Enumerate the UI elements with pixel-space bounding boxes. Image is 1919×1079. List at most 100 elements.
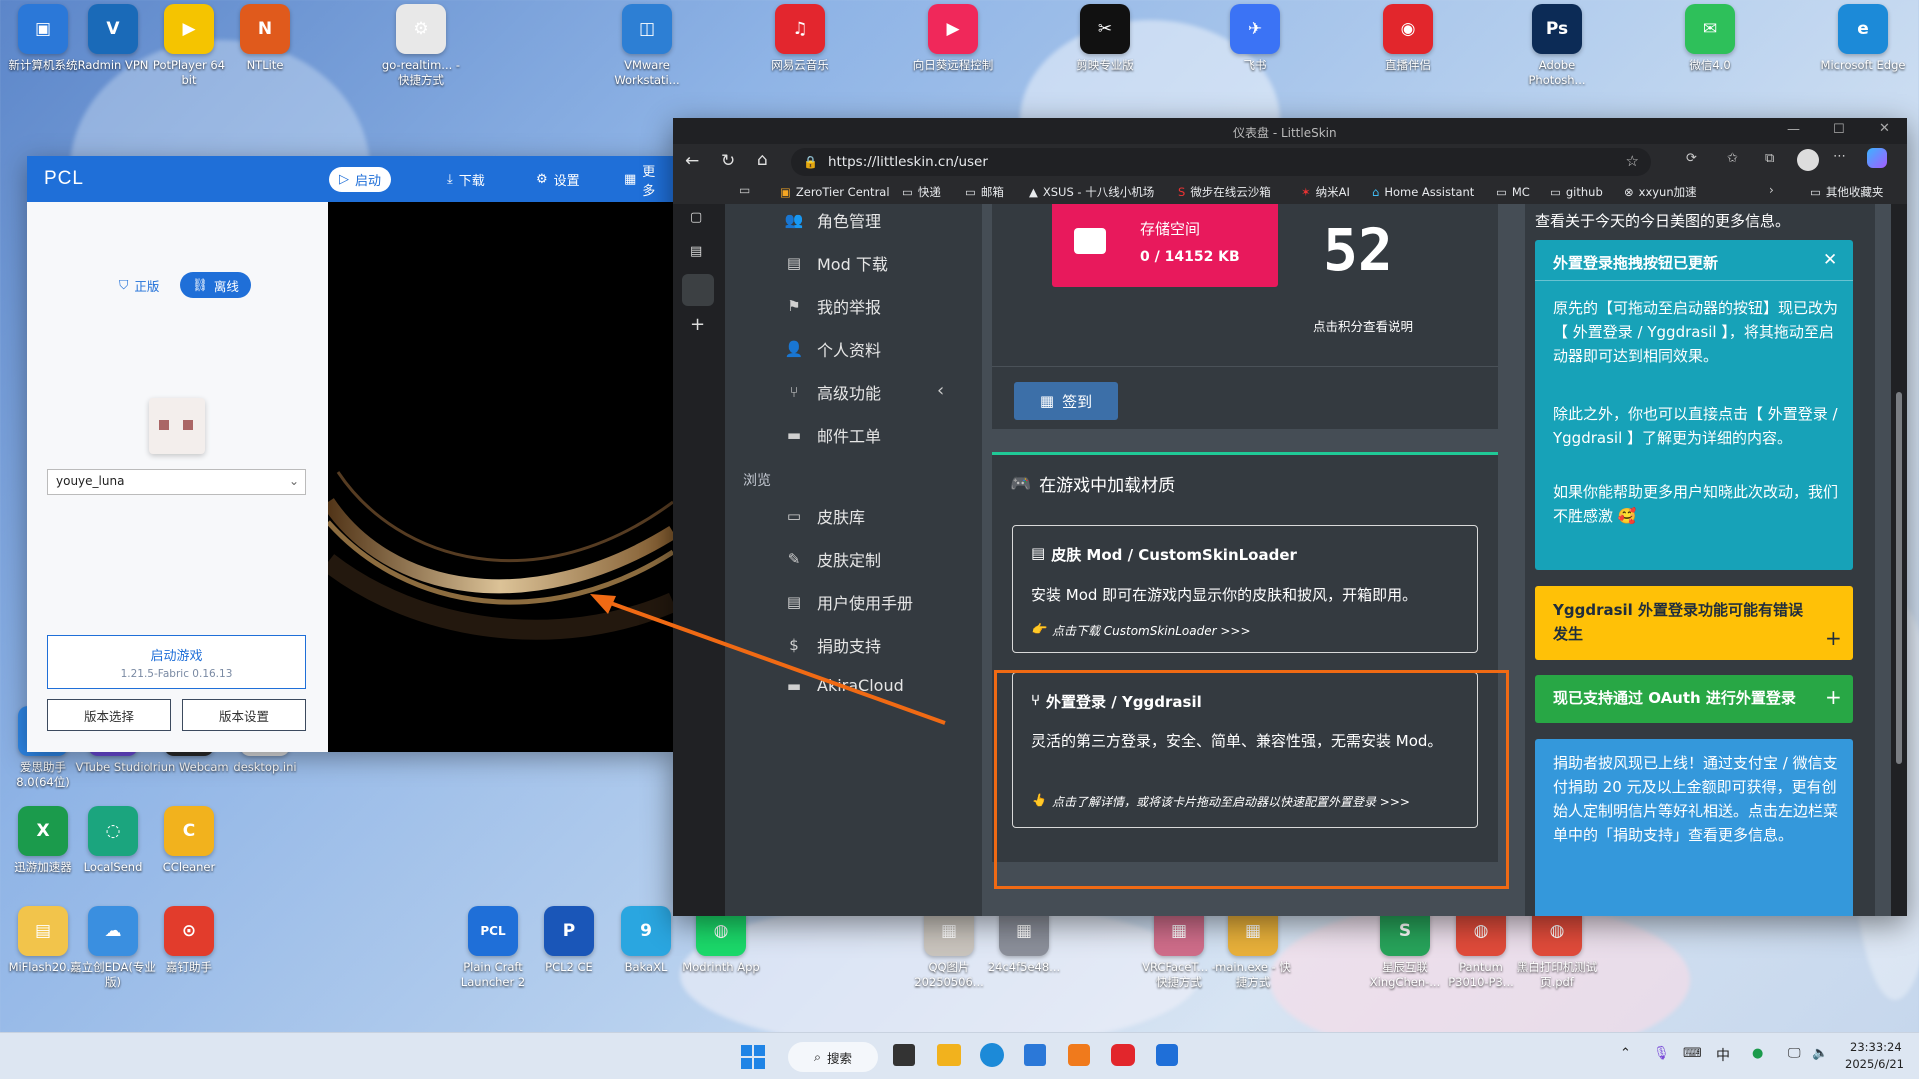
scrollbar-thumb[interactable] <box>1896 392 1902 764</box>
bookmark-folder-mc[interactable]: ▭ MC <box>1496 182 1530 202</box>
bookmark-zerotier[interactable]: ▣ ZeroTier Central <box>780 182 890 202</box>
desktop-icon[interactable]: e Microsoft Edge <box>1820 4 1906 73</box>
launch-game-button[interactable]: 启动游戏 1.21.5-Fabric 0.16.13 <box>47 635 306 689</box>
bookmark-nami-ai[interactable]: ✶ 纳米AI <box>1301 182 1350 202</box>
sidebar-item-roles[interactable]: 👥 角色管理 <box>785 208 881 232</box>
version-select-button[interactable]: 版本选择 <box>47 699 171 731</box>
sidebar-item-mail-ticket[interactable]: ▬ 邮件工单 <box>785 423 881 447</box>
desktop-icon[interactable]: ✂ 剪映专业版 <box>1062 4 1148 73</box>
windows-start-icon[interactable] <box>741 1045 765 1069</box>
bookmark-xxyun[interactable]: ⊗ xxyun加速 <box>1624 182 1697 202</box>
desktop-icon[interactable]: ✉ 微信4.0 <box>1667 4 1753 73</box>
wechat-tray-icon[interactable]: ● <box>1752 1046 1763 1061</box>
live-companion-icon[interactable] <box>1111 1044 1135 1066</box>
oauth-card[interactable]: 现已支持通过 OAuth 进行外置登录 + <box>1535 675 1853 723</box>
edge-taskbar-icon[interactable] <box>980 1043 1004 1067</box>
plus-icon[interactable]: + <box>1825 685 1842 709</box>
clock-time[interactable]: 23:33:24 <box>1850 1040 1902 1054</box>
bookmark-home-assistant[interactable]: ⌂ Home Assistant <box>1372 182 1474 202</box>
desktop-icon[interactable]: ⚙ go-realtim... - 快捷方式 <box>378 4 464 88</box>
desktop-icon[interactable]: P PCL2 CE <box>526 906 612 975</box>
desktop-icon[interactable]: ♫ 网易云音乐 <box>757 4 843 73</box>
desktop-icon[interactable]: ☁ 嘉立创EDA(专业版) <box>70 906 156 990</box>
file-explorer-icon[interactable] <box>937 1044 961 1066</box>
pcl-taskbar-icon[interactable] <box>1156 1044 1178 1066</box>
desktop-icon[interactable]: ⊙ 嘉钉助手 <box>146 906 232 975</box>
desktop-icon[interactable]: Ps Adobe Photosh... <box>1514 4 1600 88</box>
sidebar-item-profile[interactable]: 👤 个人资料 <box>785 337 881 361</box>
yggdrasil-error-card[interactable]: Yggdrasil 外置登录功能可能有错误发生 + <box>1535 586 1853 660</box>
nav-launch[interactable]: ▷ 启动 <box>329 167 392 192</box>
desktop-icon[interactable]: ◌ LocalSend <box>70 806 156 875</box>
task-view-icon[interactable] <box>893 1044 915 1066</box>
chevron-up-icon[interactable]: ⌃ <box>1620 1046 1631 1061</box>
network-icon[interactable]: 🖵 <box>1788 1046 1801 1061</box>
bookmark-folder-express[interactable]: ▭ 快递 <box>902 182 941 202</box>
desktop-icon[interactable]: ◍ Pantum P3010-P3... <box>1438 906 1524 990</box>
ime-indicator[interactable]: 中 <box>1716 1045 1730 1065</box>
chevron-right-icon[interactable]: › <box>1769 183 1774 197</box>
score-value[interactable]: 52 <box>1323 216 1393 284</box>
desktop-icon[interactable]: ▦ 24c4f5e48... <box>981 906 1067 975</box>
nav-download[interactable]: ⤓ 下载 <box>437 167 495 192</box>
desktop-icon[interactable]: ◍ Modrinth App <box>678 906 764 975</box>
desktop-icon[interactable]: V Radmin VPN <box>70 4 156 73</box>
menu-icon[interactable]: ⋯ <box>1833 149 1846 164</box>
offline-mode-tab[interactable]: ⛓ 离线 <box>180 272 251 298</box>
back-icon[interactable]: ← <box>685 151 699 171</box>
official-mode-tab[interactable]: ⛉ 正版 <box>107 272 171 298</box>
bookmark-xsus[interactable]: ▲ XSUS - 十八线小机场 <box>1029 182 1154 202</box>
desktop-icon[interactable]: ◍ 黑白打印机测试页.pdf <box>1514 906 1600 990</box>
sidebar-toggle-icon[interactable]: ▭ <box>739 183 750 197</box>
taskbar-search[interactable]: ⌕ 搜索 <box>788 1042 878 1072</box>
version-settings-button[interactable]: 版本设置 <box>182 699 306 731</box>
sidebar-item-skinlib[interactable]: ▭ 皮肤库 <box>785 504 865 528</box>
sidebar-item-skin-custom[interactable]: ✎ 皮肤定制 <box>785 547 881 571</box>
close-icon[interactable]: ✕ <box>1879 121 1890 136</box>
plus-icon[interactable]: + <box>1825 626 1842 650</box>
desktop-icon[interactable]: ◫ VMware Workstati... <box>604 4 690 88</box>
desktop-icon[interactable]: ▶ 向日葵远程控制 <box>910 4 996 73</box>
bookmark-threatbook[interactable]: S 微步在线云沙箱 <box>1178 182 1271 202</box>
address-bar[interactable]: 🔒 https://littleskin.cn/user ☆ <box>791 148 1651 176</box>
nav-more[interactable]: ▦ 更多 <box>614 165 673 199</box>
sign-in-button[interactable]: ▦ 签到 <box>1014 382 1118 420</box>
new-tab-icon[interactable]: + <box>690 314 705 335</box>
extensions-icon[interactable]: ⟳ <box>1686 151 1697 166</box>
desktop-icon[interactable]: PCL Plain Craft Launcher 2 <box>450 906 536 990</box>
desktop-icon[interactable]: ▶ PotPlayer 64 bit <box>146 4 232 88</box>
workspace-icon[interactable]: ▤ <box>690 244 702 259</box>
sidebar-item-reports[interactable]: ⚑ 我的举报 <box>785 294 881 318</box>
clock-date[interactable]: 2025/6/21 <box>1845 1057 1904 1071</box>
skin-mod-card[interactable]: ▤ 皮肤 Mod / CustomSkinLoader 安装 Mod 即可在游戏内… <box>1012 525 1478 653</box>
chevron-left-icon[interactable]: ‹ <box>937 380 944 401</box>
desktop-icon[interactable]: 9 BakaXL <box>603 906 689 975</box>
minimize-icon[interactable]: — <box>1787 122 1800 137</box>
microphone-icon[interactable]: 🎙 <box>1653 1046 1670 1061</box>
bookmark-folder-github[interactable]: ▭ github <box>1550 182 1603 202</box>
username-select[interactable]: youye_luna ⌄ <box>47 469 306 495</box>
maximize-icon[interactable]: ☐ <box>1833 122 1845 137</box>
active-tab-favicon[interactable] <box>682 274 714 306</box>
store-icon[interactable] <box>1024 1044 1046 1066</box>
scrollbar[interactable] <box>1891 204 1907 916</box>
volume-icon[interactable]: 🔈 <box>1812 1046 1828 1061</box>
app-icon[interactable] <box>1068 1044 1090 1066</box>
desktop-icon[interactable]: C CCleaner <box>146 806 232 875</box>
other-bookmarks-folder[interactable]: ▭ 其他收藏夹 <box>1810 182 1883 202</box>
desktop-icon[interactable]: ▦ main.exe - 快捷方式 <box>1210 906 1296 990</box>
home-icon[interactable]: ⌂ <box>757 150 768 170</box>
bookmark-folder-mail[interactable]: ▭ 邮箱 <box>965 182 1004 202</box>
desktop-icon[interactable]: S 星辰互联 XingChen-... <box>1362 906 1448 990</box>
keyboard-icon[interactable]: ⌨ <box>1683 1046 1702 1061</box>
tab-actions-icon[interactable]: ▢ <box>690 210 702 225</box>
desktop-icon[interactable]: N NTLite <box>222 4 308 73</box>
desktop-icon[interactable]: ✈ 飞书 <box>1212 4 1298 73</box>
copilot-icon[interactable] <box>1867 148 1887 168</box>
collections-icon[interactable]: ⧉ <box>1765 151 1774 166</box>
favorites-icon[interactable]: ✩ <box>1727 151 1738 166</box>
skin-mod-link[interactable]: 👉 点击下载 CustomSkinLoader >>> <box>1031 622 1251 639</box>
desktop-icon[interactable]: ◉ 直播伴侣 <box>1365 4 1451 73</box>
sidebar-item-advanced[interactable]: ⑂ 高级功能 <box>785 380 881 404</box>
profile-avatar[interactable] <box>1797 149 1819 171</box>
